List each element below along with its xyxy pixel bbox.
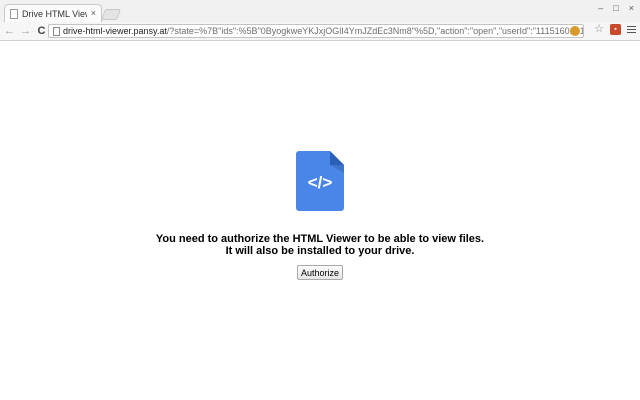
minimize-icon[interactable]: –: [598, 3, 603, 13]
tab-strip: Drive HTML Viewer × – □ ×: [0, 0, 640, 23]
message-line-2: It will also be installed to your drive.: [225, 245, 415, 257]
tab-close-icon[interactable]: ×: [91, 9, 96, 18]
browser-toolbar: ← → C drive-html-viewer.pansy.at/?state=…: [0, 22, 640, 41]
page-content: </> You need to authorize the HTML Viewe…: [0, 41, 640, 400]
window-controls: – □ ×: [598, 3, 634, 13]
url-text[interactable]: drive-html-viewer.pansy.at/?state=%7B"id…: [63, 26, 583, 36]
window-close-icon[interactable]: ×: [629, 3, 634, 13]
bookmark-star-icon[interactable]: ☆: [594, 24, 604, 35]
forward-arrow-icon[interactable]: →: [19, 24, 32, 38]
back-arrow-icon[interactable]: ←: [3, 24, 16, 38]
extension-icon[interactable]: ▪: [610, 24, 621, 35]
authorization-message: You need to authorize the HTML Viewer to…: [0, 233, 640, 257]
tab-title: Drive HTML Viewer: [22, 8, 87, 19]
address-bar[interactable]: drive-html-viewer.pansy.at/?state=%7B"id…: [48, 24, 584, 38]
tab-drive-html-viewer[interactable]: Drive HTML Viewer ×: [4, 4, 102, 22]
html-file-icon: </>: [296, 151, 344, 211]
url-path: /?state=%7B"ids":%5B"0ByogkweYKJxjOGlI4Y…: [166, 26, 583, 36]
new-tab-button[interactable]: [100, 9, 122, 20]
toolbar-actions: ☆ ▪: [594, 24, 636, 35]
reload-icon[interactable]: C: [35, 24, 48, 38]
url-host: drive-html-viewer.pansy.at: [63, 26, 167, 36]
maximize-icon[interactable]: □: [613, 3, 618, 13]
page-favicon-icon: [10, 8, 18, 19]
browser-window: Drive HTML Viewer × – □ × ← → C drive-ht…: [0, 0, 640, 400]
menu-hamburger-icon[interactable]: [627, 25, 636, 34]
omnibox-extension-icon[interactable]: [570, 26, 580, 36]
page-info-icon[interactable]: [53, 26, 60, 36]
authorize-button[interactable]: Authorize: [297, 265, 343, 280]
message-line-1: You need to authorize the HTML Viewer to…: [155, 233, 485, 245]
code-glyph: </>: [308, 173, 333, 192]
